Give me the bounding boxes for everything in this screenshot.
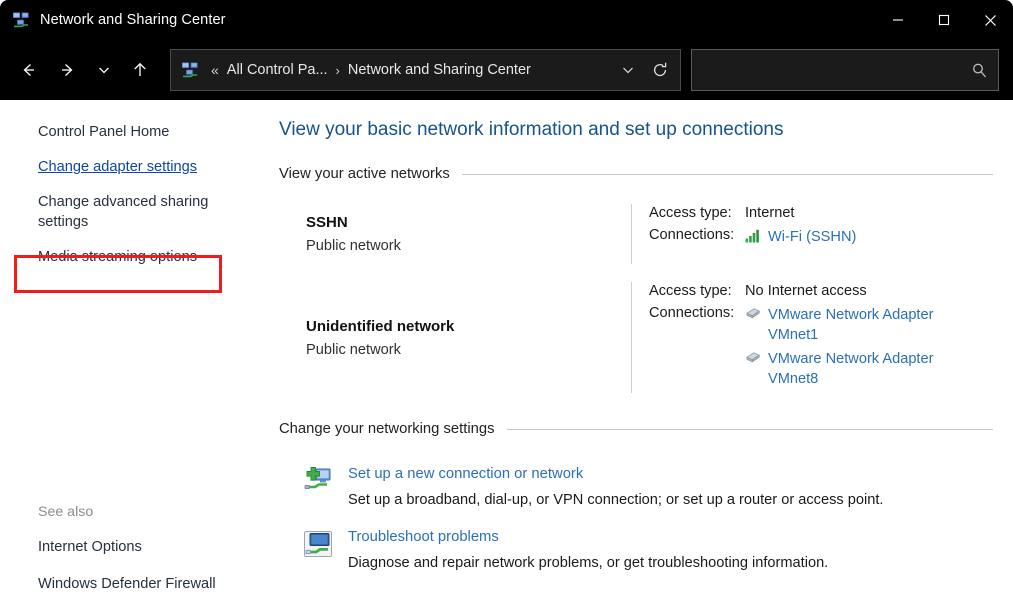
troubleshoot-icon bbox=[302, 528, 334, 560]
active-network-row: Unidentified network Public network Acce… bbox=[279, 276, 993, 405]
task-title[interactable]: Set up a new connection or network bbox=[348, 466, 583, 482]
access-type-line: Access type: No Internet access bbox=[649, 283, 993, 299]
access-type-line: Access type: Internet bbox=[649, 205, 993, 221]
network-sharing-center-window: Network and Sharing Center bbox=[0, 0, 1013, 610]
change-settings-title: Change your networking settings bbox=[279, 421, 495, 437]
connection-item[interactable]: Wi-Fi (SSHN) bbox=[745, 227, 856, 248]
search-box[interactable] bbox=[691, 49, 999, 91]
task-description: Set up a broadband, dial-up, or VPN conn… bbox=[348, 490, 883, 510]
search-input[interactable] bbox=[702, 62, 971, 78]
minimize-button[interactable] bbox=[875, 0, 921, 40]
sidebar-item-control-panel-home[interactable]: Control Panel Home bbox=[38, 122, 224, 142]
section-divider bbox=[507, 429, 993, 430]
connection-item[interactable]: VMware Network Adapter VMnet1 bbox=[745, 305, 946, 345]
active-networks-title: View your active networks bbox=[279, 166, 450, 182]
network-profile-type: Public network bbox=[306, 238, 631, 254]
connections-line: Connections: bbox=[649, 227, 993, 248]
title-bar-left: Network and Sharing Center bbox=[0, 11, 226, 29]
search-icon[interactable] bbox=[971, 62, 988, 79]
network-details: Access type: No Internet access Connecti… bbox=[632, 280, 993, 395]
connections-list: VMware Network Adapter VMnet1 bbox=[745, 305, 946, 389]
task-body: Set up a new connection or network Set u… bbox=[348, 463, 883, 510]
connections-label: Connections: bbox=[649, 227, 745, 243]
see-also-item-internet-options[interactable]: Internet Options bbox=[38, 537, 224, 557]
wifi-signal-icon bbox=[745, 229, 761, 248]
forward-arrow-icon[interactable] bbox=[48, 51, 88, 89]
back-arrow-icon[interactable] bbox=[8, 51, 48, 89]
see-also-title: See also bbox=[38, 504, 258, 520]
task-body: Troubleshoot problems Diagnose and repai… bbox=[348, 526, 828, 573]
task-troubleshoot-problems[interactable]: Troubleshoot problems Diagnose and repai… bbox=[279, 516, 993, 579]
access-type-value: Internet bbox=[745, 205, 795, 221]
up-arrow-icon[interactable] bbox=[120, 51, 160, 89]
task-description: Diagnose and repair network problems, or… bbox=[348, 553, 828, 573]
connections-label: Connections: bbox=[649, 305, 745, 321]
task-set-up-new-connection[interactable]: Set up a new connection or network Set u… bbox=[279, 453, 993, 516]
network-name: SSHN bbox=[306, 214, 631, 231]
sidebar-item-media-streaming-options[interactable]: Media streaming options bbox=[38, 247, 224, 267]
breadcrumb-item-network-sharing-center[interactable]: Network and Sharing Center bbox=[344, 60, 535, 80]
network-adapter-icon bbox=[745, 351, 761, 369]
see-also-section: See also Internet Options Windows Defend… bbox=[38, 504, 258, 594]
network-name: Unidentified network bbox=[306, 318, 631, 335]
refresh-icon[interactable] bbox=[644, 52, 676, 88]
breadcrumb-overflow[interactable]: « bbox=[207, 62, 223, 78]
change-settings-section-header: Change your networking settings bbox=[279, 421, 993, 437]
new-connection-icon bbox=[302, 465, 334, 497]
network-profile-type: Public network bbox=[306, 342, 631, 358]
recent-locations-chevron-down-icon[interactable] bbox=[88, 51, 120, 89]
breadcrumb-network-sharing-icon bbox=[181, 61, 199, 79]
see-also-item-windows-defender-firewall[interactable]: Windows Defender Firewall bbox=[38, 574, 224, 594]
change-settings-section: Change your networking settings bbox=[279, 421, 993, 579]
active-network-row: SSHN Public network Access type: Interne… bbox=[279, 198, 993, 276]
sidebar-item-change-adapter-settings[interactable]: Change adapter settings bbox=[38, 157, 224, 177]
connection-link[interactable]: VMware Network Adapter VMnet8 bbox=[768, 349, 946, 389]
window-controls bbox=[875, 0, 1013, 40]
access-type-label: Access type: bbox=[649, 283, 745, 299]
network-sharing-icon bbox=[12, 11, 30, 29]
close-button[interactable] bbox=[967, 0, 1013, 40]
main-pane: View your basic network information and … bbox=[272, 100, 1013, 610]
network-adapter-icon bbox=[745, 307, 761, 325]
connection-link[interactable]: Wi-Fi (SSHN) bbox=[768, 227, 856, 247]
title-bar: Network and Sharing Center bbox=[0, 0, 1013, 40]
sidebar-item-change-advanced-sharing-settings[interactable]: Change advanced sharing settings bbox=[38, 192, 224, 232]
active-networks-section-header: View your active networks bbox=[279, 166, 993, 182]
breadcrumb-item-all-control-panel[interactable]: All Control Pa... bbox=[223, 60, 332, 80]
section-divider bbox=[462, 174, 993, 175]
address-dropdown-chevron-down-icon[interactable] bbox=[612, 52, 644, 88]
network-identity: Unidentified network Public network bbox=[279, 280, 631, 395]
connection-item[interactable]: VMware Network Adapter VMnet8 bbox=[745, 349, 946, 389]
network-identity: SSHN Public network bbox=[279, 202, 631, 266]
connection-link[interactable]: VMware Network Adapter VMnet1 bbox=[768, 305, 946, 345]
sidebar: Control Panel Home Change adapter settin… bbox=[0, 100, 272, 610]
task-title[interactable]: Troubleshoot problems bbox=[348, 529, 499, 545]
content-area: Control Panel Home Change adapter settin… bbox=[0, 100, 1013, 610]
access-type-label: Access type: bbox=[649, 205, 745, 221]
network-details: Access type: Internet Connections: bbox=[632, 202, 993, 266]
breadcrumb-separator: › bbox=[332, 63, 344, 78]
maximize-button[interactable] bbox=[921, 0, 967, 40]
address-bar[interactable]: « All Control Pa... › Network and Sharin… bbox=[170, 49, 681, 91]
page-title: View your basic network information and … bbox=[279, 118, 993, 142]
connections-line: Connections: VMware N bbox=[649, 305, 993, 389]
window-title: Network and Sharing Center bbox=[40, 12, 226, 28]
navigation-bar: « All Control Pa... › Network and Sharin… bbox=[0, 40, 1013, 100]
access-type-value: No Internet access bbox=[745, 283, 867, 299]
connections-list: Wi-Fi (SSHN) bbox=[745, 227, 856, 248]
